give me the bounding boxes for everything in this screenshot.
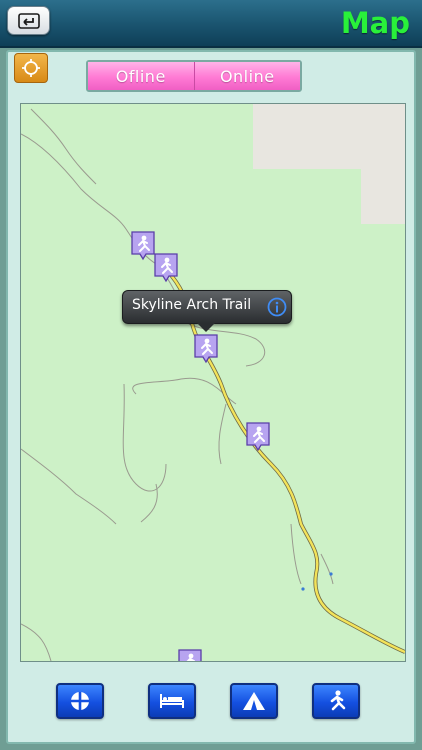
hiking-pin-icon[interactable] [153, 252, 179, 284]
hiking-pin-icon[interactable] [193, 333, 219, 365]
lodging-button[interactable] [148, 683, 196, 719]
hiking-button[interactable] [312, 683, 360, 719]
camping-button[interactable] [230, 683, 278, 719]
offline-button[interactable]: Ofline [88, 62, 194, 90]
online-button[interactable]: Online [193, 62, 300, 90]
top-bar: Map [0, 0, 422, 48]
callout-pointer [197, 323, 215, 332]
crosshair-icon [71, 692, 89, 710]
info-icon[interactable] [267, 297, 287, 317]
callout-title: Skyline Arch Trail [132, 297, 252, 313]
map-view[interactable]: Skyline Arch Trail [20, 103, 406, 662]
back-arrow-icon [17, 12, 40, 29]
crosshair-button[interactable] [56, 683, 104, 719]
hiker-icon [330, 690, 346, 711]
map-mode-toggle: Ofline Online [86, 60, 302, 92]
map-callout[interactable]: Skyline Arch Trail [122, 290, 292, 332]
hiking-pin-icon[interactable] [177, 648, 203, 662]
locate-icon [22, 59, 40, 77]
tent-icon [243, 692, 265, 710]
back-button[interactable] [7, 6, 50, 35]
page-title: Map [340, 6, 410, 40]
bed-icon [160, 694, 184, 708]
hiking-pin-icon[interactable] [245, 421, 271, 453]
map-area-grey [253, 104, 405, 224]
locate-button[interactable] [14, 53, 48, 83]
map-canvas [21, 104, 405, 661]
